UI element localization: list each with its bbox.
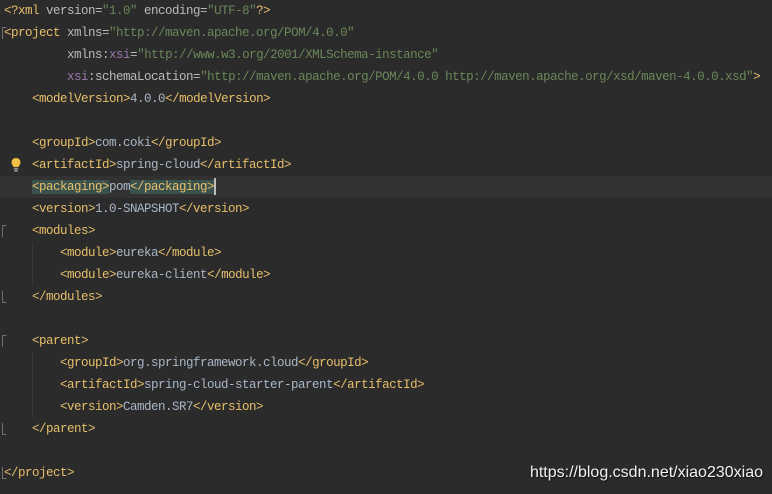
xml-tag[interactable]: <version> bbox=[32, 202, 96, 216]
xml-tag[interactable]: </parent> bbox=[32, 422, 96, 436]
xml-text-content[interactable]: 4.0.0 bbox=[130, 92, 166, 106]
xml-tag-matched[interactable]: <packaging> bbox=[32, 180, 110, 194]
code-line[interactable]: <groupId>com.coki</groupId> bbox=[0, 132, 772, 154]
code-line[interactable]: <version>1.0-SNAPSHOT</version> bbox=[0, 198, 772, 220]
xml-text-content[interactable]: com.coki bbox=[95, 136, 152, 150]
indent-whitespace[interactable] bbox=[4, 48, 67, 62]
xml-tag[interactable]: ?> bbox=[256, 4, 271, 18]
xml-attribute-value[interactable]: "1.0" bbox=[102, 4, 138, 18]
code-line[interactable] bbox=[0, 110, 772, 132]
xml-tag[interactable]: <modules> bbox=[32, 224, 96, 238]
xml-text-content[interactable]: org.springframework.cloud bbox=[123, 356, 299, 370]
xml-tag-matched[interactable]: </packaging> bbox=[130, 180, 215, 194]
xml-tag[interactable]: </version> bbox=[193, 400, 264, 414]
indent-whitespace[interactable] bbox=[4, 180, 32, 194]
xml-tag[interactable]: </module> bbox=[158, 246, 222, 260]
indent-whitespace[interactable] bbox=[4, 334, 32, 348]
code-line[interactable]: </parent> bbox=[0, 418, 772, 440]
xml-tag[interactable]: <module> bbox=[60, 246, 117, 260]
code-line[interactable]: <artifactId>spring-cloud-starter-parent<… bbox=[0, 374, 772, 396]
xml-tag[interactable]: <version> bbox=[60, 400, 124, 414]
xml-attribute-name[interactable]: xmlns= bbox=[60, 26, 110, 40]
xml-attribute-name[interactable]: xmlns: bbox=[67, 48, 110, 62]
xml-text-content[interactable]: spring-cloud bbox=[116, 158, 201, 172]
indent-whitespace[interactable] bbox=[4, 70, 67, 84]
fold-open-icon[interactable] bbox=[0, 22, 7, 44]
xml-attribute-name[interactable]: encoding= bbox=[137, 4, 208, 18]
indent-whitespace[interactable] bbox=[4, 136, 32, 150]
fold-open-icon[interactable] bbox=[0, 220, 7, 242]
fold-close-icon[interactable] bbox=[0, 286, 7, 308]
code-line-current[interactable]: <packaging>pom</packaging> bbox=[0, 176, 772, 198]
xml-namespace-prefix[interactable]: xsi bbox=[67, 70, 89, 84]
xml-attribute-name[interactable]: :schemaLocation= bbox=[88, 70, 201, 84]
fold-close-icon[interactable] bbox=[0, 418, 7, 440]
xml-tag[interactable]: </modules> bbox=[32, 290, 103, 304]
indent-guide bbox=[32, 242, 33, 264]
code-line[interactable]: xsi:schemaLocation="http://maven.apache.… bbox=[0, 66, 772, 88]
indent-whitespace[interactable] bbox=[4, 224, 32, 238]
xml-tag[interactable]: </groupId> bbox=[298, 356, 369, 370]
xml-namespace-prefix[interactable]: xsi bbox=[109, 48, 131, 62]
xml-attribute-value[interactable]: "http://maven.apache.org/POM/4.0.0" bbox=[109, 26, 355, 40]
xml-tag[interactable]: </modelVersion> bbox=[165, 92, 271, 106]
xml-attribute-value[interactable]: "UTF-8" bbox=[207, 4, 257, 18]
code-editor[interactable]: <?xml version="1.0" encoding="UTF-8"?> <p… bbox=[0, 0, 772, 494]
code-line[interactable]: xmlns:xsi="http://www.w3.org/2001/XMLSch… bbox=[0, 44, 772, 66]
xml-attribute-name[interactable]: version= bbox=[39, 4, 103, 18]
xml-tag[interactable]: </groupId> bbox=[151, 136, 222, 150]
code-line[interactable]: <?xml version="1.0" encoding="UTF-8"?> bbox=[0, 0, 772, 22]
xml-text-content[interactable]: 1.0-SNAPSHOT bbox=[95, 202, 180, 216]
xml-attribute-value[interactable]: "http://www.w3.org/2001/XMLSchema-instan… bbox=[137, 48, 439, 62]
xml-text-content[interactable]: spring-cloud-starter-parent bbox=[144, 378, 334, 392]
xml-tag[interactable]: <?xml bbox=[4, 4, 40, 18]
xml-attribute-name[interactable]: = bbox=[130, 48, 138, 62]
xml-tag[interactable]: <project bbox=[4, 26, 61, 40]
xml-tag[interactable]: </module> bbox=[207, 268, 271, 282]
indent-whitespace[interactable] bbox=[4, 92, 32, 106]
code-line[interactable]: <modelVersion>4.0.0</modelVersion> bbox=[0, 88, 772, 110]
xml-tag[interactable]: <artifactId> bbox=[60, 378, 145, 392]
xml-tag[interactable]: <groupId> bbox=[32, 136, 96, 150]
xml-text-content[interactable]: pom bbox=[109, 180, 131, 194]
fold-close-icon[interactable] bbox=[0, 462, 7, 484]
fold-open-icon[interactable] bbox=[0, 330, 7, 352]
xml-tag[interactable]: > bbox=[753, 70, 761, 84]
code-line[interactable]: <module>eureka-client</module> bbox=[0, 264, 772, 286]
code-line[interactable] bbox=[0, 308, 772, 330]
text-caret bbox=[214, 178, 217, 196]
xml-tag[interactable]: </artifactId> bbox=[200, 158, 292, 172]
code-line[interactable]: </modules> bbox=[0, 286, 772, 308]
xml-tag[interactable]: <artifactId> bbox=[32, 158, 117, 172]
xml-text-content[interactable]: eureka bbox=[116, 246, 159, 260]
indent-guide bbox=[32, 352, 33, 374]
code-line[interactable] bbox=[0, 440, 772, 462]
indent-whitespace[interactable] bbox=[4, 290, 32, 304]
code-line[interactable]: <module>eureka</module> bbox=[0, 242, 772, 264]
xml-text-content[interactable]: eureka-client bbox=[116, 268, 208, 282]
xml-tag[interactable]: <groupId> bbox=[60, 356, 124, 370]
xml-tag[interactable]: <parent> bbox=[32, 334, 89, 348]
indent-guide bbox=[32, 374, 33, 396]
xml-tag[interactable]: </version> bbox=[179, 202, 250, 216]
xml-text-content[interactable]: Camden.SR7 bbox=[123, 400, 194, 414]
code-line[interactable]: <project xmlns="http://maven.apache.org/… bbox=[0, 22, 772, 44]
indent-guide bbox=[32, 396, 33, 418]
indent-whitespace[interactable] bbox=[4, 202, 32, 216]
code-lines[interactable]: <?xml version="1.0" encoding="UTF-8"?> <p… bbox=[0, 0, 772, 484]
code-line[interactable]: <groupId>org.springframework.cloud</grou… bbox=[0, 352, 772, 374]
watermark-text: https://blog.csdn.net/xiao230xiao bbox=[529, 464, 763, 481]
code-line[interactable]: <modules> bbox=[0, 220, 772, 242]
xml-tag[interactable]: <modelVersion> bbox=[32, 92, 131, 106]
code-line[interactable]: <parent> bbox=[0, 330, 772, 352]
indent-whitespace[interactable] bbox=[4, 422, 32, 436]
xml-attribute-value[interactable]: "http://maven.apache.org/POM/4.0.0 http:… bbox=[200, 70, 754, 84]
xml-tag[interactable]: </artifactId> bbox=[333, 378, 425, 392]
lightbulb-icon[interactable] bbox=[10, 157, 22, 173]
indent-guide bbox=[32, 264, 33, 286]
xml-tag[interactable]: </project> bbox=[4, 466, 75, 480]
code-line[interactable]: <version>Camden.SR7</version> bbox=[0, 396, 772, 418]
code-line[interactable]: <artifactId>spring-cloud</artifactId> bbox=[0, 154, 772, 176]
xml-tag[interactable]: <module> bbox=[60, 268, 117, 282]
